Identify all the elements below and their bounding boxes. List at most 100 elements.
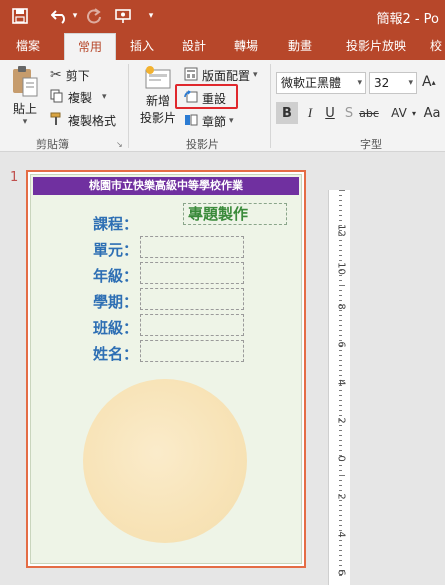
layout-label: 版面配置 bbox=[202, 68, 251, 83]
character-spacing-button[interactable]: AV bbox=[388, 102, 410, 124]
ruler-tick bbox=[339, 255, 342, 256]
ruler-tick bbox=[339, 205, 342, 206]
cut-button[interactable]: ✂ 剪下 bbox=[50, 65, 90, 85]
tab-slide-show[interactable]: 投影片放映 bbox=[334, 33, 418, 60]
ribbon-tabs: 檔案 常用 插入 設計 轉場 動畫 投影片放映 校 bbox=[0, 33, 445, 60]
layout-button[interactable]: 版面配置 ▾ bbox=[184, 65, 258, 85]
ruler-label: 4 bbox=[335, 379, 347, 386]
new-slide-button[interactable]: 新增 投影片 bbox=[136, 64, 180, 136]
group-separator bbox=[128, 64, 129, 148]
format-painter-icon bbox=[50, 112, 64, 129]
layout-icon bbox=[184, 67, 198, 84]
copy-button[interactable]: 複製 ▾ bbox=[50, 87, 107, 107]
grade-label: 年級： bbox=[93, 267, 139, 285]
ruler-tick bbox=[339, 440, 342, 441]
ruler-tick bbox=[339, 240, 342, 241]
ruler-tick bbox=[339, 195, 342, 196]
ruler-label: 10 bbox=[335, 262, 347, 275]
save-icon[interactable] bbox=[10, 6, 30, 26]
clipboard-group-label: 剪貼簿 bbox=[36, 138, 69, 151]
bold-button[interactable]: B bbox=[276, 102, 298, 124]
tab-insert[interactable]: 插入 bbox=[122, 33, 162, 60]
semester-field bbox=[140, 288, 244, 310]
undo-dropdown-icon[interactable]: ▾ bbox=[70, 6, 80, 26]
ruler-tick bbox=[339, 525, 342, 526]
tab-home[interactable]: 常用 bbox=[64, 33, 116, 60]
slide-header-title: 桃園市立快樂高級中等學校作業 bbox=[33, 177, 299, 195]
new-slide-icon bbox=[145, 66, 171, 89]
ruler-tick bbox=[339, 410, 342, 411]
ruler-tick bbox=[339, 560, 342, 561]
tab-design[interactable]: 設計 bbox=[174, 33, 214, 60]
ruler-tick bbox=[339, 505, 342, 506]
copy-dropdown-icon[interactable]: ▾ bbox=[102, 92, 107, 102]
tab-review[interactable]: 校 bbox=[424, 33, 445, 60]
class-field bbox=[140, 314, 244, 336]
font-name-select[interactable]: 微軟正黑體 ▾ bbox=[276, 72, 366, 94]
clipboard-launcher-icon[interactable]: ↘ bbox=[116, 140, 123, 149]
ruler-label: 0 bbox=[335, 455, 347, 462]
customize-dropdown-icon[interactable]: ▾ bbox=[145, 6, 157, 26]
format-painter-button[interactable]: 複製格式 bbox=[50, 110, 116, 130]
redo-icon[interactable] bbox=[84, 6, 104, 26]
shadow-text-button[interactable]: S bbox=[341, 102, 357, 124]
ruler-tick bbox=[339, 475, 345, 476]
spacing-dropdown-icon[interactable]: ▾ bbox=[410, 102, 418, 124]
font-name-value: 微軟正黑體 bbox=[281, 76, 342, 90]
course-label: 課程： bbox=[93, 215, 139, 233]
slide-number: 1 bbox=[10, 170, 19, 185]
paste-button[interactable]: 貼上 ▾ bbox=[8, 64, 42, 134]
italic-button[interactable]: I bbox=[301, 102, 319, 124]
undo-icon[interactable] bbox=[50, 6, 70, 26]
increase-font-icon[interactable]: A ▴ bbox=[422, 74, 436, 90]
slide-thumbnail[interactable]: 桃園市立快樂高級中等學校作業 課程： 專題製作 單元： 年級： 學期： 班級： … bbox=[30, 174, 302, 564]
change-case-button[interactable]: Aa bbox=[420, 102, 444, 124]
ruler-label: 12 bbox=[335, 224, 347, 237]
course-value: 專題製作 bbox=[183, 203, 287, 225]
font-size-select[interactable]: 32 ▾ bbox=[369, 72, 417, 94]
present-icon[interactable] bbox=[114, 6, 134, 26]
ruler-tick bbox=[339, 430, 342, 431]
tab-file[interactable]: 檔案 bbox=[4, 33, 52, 60]
cut-label: 剪下 bbox=[65, 68, 90, 83]
ruler-tick bbox=[339, 370, 342, 371]
strikethrough-button[interactable]: abc bbox=[358, 102, 380, 124]
ruler-tick bbox=[339, 480, 342, 481]
semester-label: 學期： bbox=[93, 293, 139, 311]
ruler-tick bbox=[339, 355, 342, 356]
ruler-label: 6 bbox=[335, 569, 347, 576]
font-name-dropdown-icon: ▾ bbox=[357, 78, 362, 88]
section-label: 章節 bbox=[202, 114, 227, 129]
ruler-tick bbox=[339, 210, 342, 211]
ruler-tick bbox=[339, 550, 342, 551]
ruler-tick bbox=[339, 400, 342, 401]
ruler-tick bbox=[339, 335, 342, 336]
highlight-box bbox=[175, 84, 238, 109]
ruler-tick bbox=[339, 360, 342, 361]
ruler-label: 2 bbox=[335, 493, 347, 500]
decorative-circle bbox=[83, 379, 247, 543]
underline-button[interactable]: U bbox=[321, 102, 339, 124]
section-dropdown-icon: ▾ bbox=[229, 116, 234, 126]
ruler-tick bbox=[339, 250, 342, 251]
ruler-label: 4 bbox=[335, 531, 347, 538]
section-button[interactable]: 章節 ▾ bbox=[184, 111, 234, 131]
ruler-tick bbox=[339, 320, 342, 321]
ruler-tick bbox=[339, 485, 342, 486]
section-icon bbox=[184, 113, 198, 130]
ruler-tick bbox=[339, 515, 342, 516]
ruler-tick bbox=[339, 365, 342, 366]
ruler-tick bbox=[339, 520, 342, 521]
font-size-value: 32 bbox=[374, 76, 390, 90]
ruler-label: 8 bbox=[335, 303, 347, 310]
tab-transitions[interactable]: 轉場 bbox=[226, 33, 266, 60]
ruler-tick bbox=[339, 545, 342, 546]
tab-animations[interactable]: 動畫 bbox=[280, 33, 320, 60]
ruler-label: 2 bbox=[335, 417, 347, 424]
ruler-tick bbox=[339, 285, 345, 286]
paste-icon bbox=[13, 66, 38, 97]
copy-icon bbox=[50, 89, 64, 106]
document-title: 簡報2 - Po bbox=[376, 12, 439, 27]
name-field bbox=[140, 340, 244, 362]
ruler-tick bbox=[339, 290, 342, 291]
